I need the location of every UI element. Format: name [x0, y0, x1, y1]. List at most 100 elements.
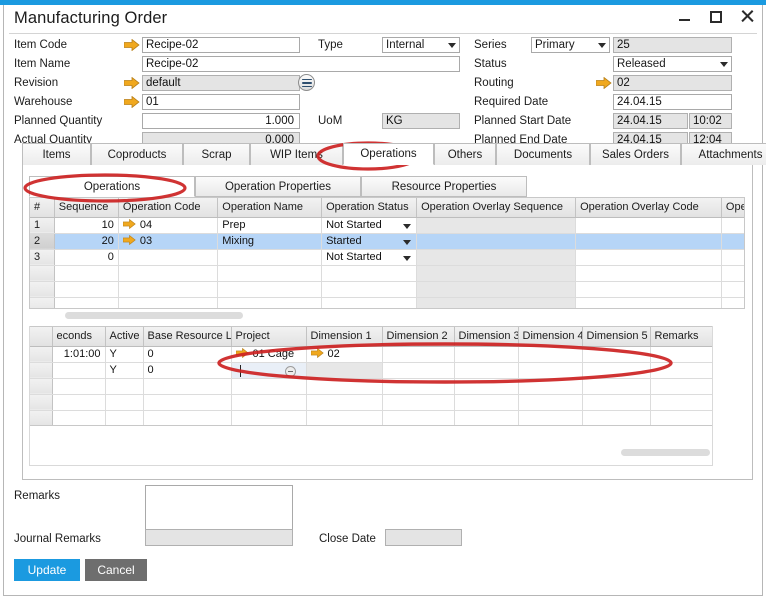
- cell-dimension-1[interactable]: [306, 362, 383, 379]
- cell-sequence[interactable]: 0: [54, 249, 119, 266]
- cell-seconds[interactable]: [52, 378, 106, 395]
- col-dimension-4[interactable]: Dimension 4: [518, 327, 583, 347]
- col-dimension-1[interactable]: Dimension 1: [306, 327, 383, 347]
- cell-dimension-5[interactable]: [582, 362, 651, 379]
- col-seconds[interactable]: econds: [52, 327, 106, 347]
- cell-overlay-code[interactable]: [575, 297, 722, 308]
- cell-operation-code[interactable]: 04: [118, 217, 219, 234]
- cell-seconds[interactable]: [52, 394, 106, 411]
- link-arrow-icon[interactable]: [235, 347, 249, 361]
- close-date-input[interactable]: [385, 529, 462, 546]
- col-dimension-5[interactable]: Dimension 5: [582, 327, 651, 347]
- cell-overlay-code[interactable]: [575, 217, 722, 234]
- cell-operation-status[interactable]: Started: [321, 233, 418, 250]
- cell-overlay-code[interactable]: [575, 249, 722, 266]
- link-arrow-icon[interactable]: [122, 218, 136, 232]
- series-number-input[interactable]: 25: [613, 37, 732, 53]
- cell-active[interactable]: Y: [105, 362, 144, 379]
- col-active[interactable]: Active: [105, 327, 144, 347]
- item-name-input[interactable]: Recipe-02: [142, 56, 460, 72]
- status-select[interactable]: Released: [613, 56, 732, 72]
- cell-dimension-1[interactable]: [306, 410, 383, 425]
- cell-operation-status[interactable]: [321, 265, 418, 282]
- cell-dimension-3[interactable]: [454, 410, 519, 425]
- col-base-resource-line[interactable]: Base Resource Line: [143, 327, 232, 347]
- cell-sequence[interactable]: 20: [54, 233, 119, 250]
- tab-wip-items[interactable]: WIP Items: [250, 143, 343, 165]
- uom-input[interactable]: KG: [382, 113, 460, 129]
- operations-horizontal-scrollbar[interactable]: [65, 312, 243, 319]
- tab-documents[interactable]: Documents: [496, 143, 590, 165]
- type-select[interactable]: Internal: [382, 37, 460, 53]
- cell-operation-code[interactable]: [118, 265, 219, 282]
- cell-base-resource-line[interactable]: 0: [143, 346, 232, 363]
- col-overlay-sequence[interactable]: Operation Overlay Sequence: [416, 198, 577, 218]
- link-arrow-icon-item-code[interactable]: [124, 39, 140, 51]
- tab-others[interactable]: Others: [434, 143, 496, 165]
- cell-dimension-3[interactable]: [454, 362, 519, 379]
- tab-sales-orders[interactable]: Sales Orders: [590, 143, 681, 165]
- cell-dimension-4[interactable]: [518, 362, 583, 379]
- remarks-textarea[interactable]: [145, 485, 293, 530]
- update-button[interactable]: Update: [14, 559, 80, 581]
- table-row[interactable]: [30, 297, 744, 308]
- cell-operation-status[interactable]: Not Started: [321, 217, 418, 234]
- col-operation-code[interactable]: Operation Code: [118, 198, 219, 218]
- cell-sequence[interactable]: [54, 297, 119, 308]
- cell-dimension-5[interactable]: [582, 378, 651, 395]
- cancel-button[interactable]: Cancel: [85, 559, 147, 581]
- cell-remarks[interactable]: [650, 346, 712, 363]
- item-code-input[interactable]: Recipe-02: [142, 37, 300, 53]
- close-icon[interactable]: [739, 8, 756, 25]
- cell-base-resource-line[interactable]: [143, 378, 232, 395]
- cell-seconds[interactable]: [52, 362, 106, 379]
- cell-sequence[interactable]: [54, 265, 119, 282]
- cell-operation-name[interactable]: Mixing: [217, 233, 323, 250]
- cell-remarks[interactable]: [650, 394, 712, 411]
- cell-oper[interactable]: [721, 233, 744, 250]
- table-row[interactable]: Y 0: [30, 362, 712, 379]
- cell-remarks[interactable]: [650, 362, 712, 379]
- cell-dimension-2[interactable]: [382, 346, 455, 363]
- cell-dimension-5[interactable]: [582, 346, 651, 363]
- cell-seconds[interactable]: [52, 410, 106, 425]
- tab-operations[interactable]: Operations: [343, 143, 434, 165]
- routing-input[interactable]: 02: [613, 75, 732, 91]
- link-arrow-icon-routing[interactable]: [596, 77, 612, 89]
- minus-icon[interactable]: [284, 365, 296, 377]
- cell-base-resource-line[interactable]: [143, 410, 232, 425]
- cell-dimension-2[interactable]: [382, 394, 455, 411]
- table-row[interactable]: [30, 265, 744, 282]
- cell-oper[interactable]: [721, 297, 744, 308]
- col-project[interactable]: Project: [231, 327, 307, 347]
- cell-operation-name[interactable]: [217, 281, 323, 298]
- cell-overlay-code[interactable]: [575, 265, 722, 282]
- subtab-resource-properties[interactable]: Resource Properties: [361, 176, 527, 197]
- cell-remarks[interactable]: [650, 410, 712, 425]
- col-dimension-2[interactable]: Dimension 2: [382, 327, 455, 347]
- cell-oper[interactable]: [721, 249, 744, 266]
- cell-seconds[interactable]: 1:01:00: [52, 346, 106, 363]
- cell-operation-code[interactable]: 03: [118, 233, 219, 250]
- cell-operation-name[interactable]: [217, 297, 323, 308]
- cell-dimension-2[interactable]: [382, 378, 455, 395]
- cell-operation-code[interactable]: [118, 281, 219, 298]
- cell-dimension-5[interactable]: [582, 410, 651, 425]
- cell-operation-code[interactable]: [118, 249, 219, 266]
- link-arrow-icon[interactable]: [310, 347, 324, 361]
- table-row[interactable]: 1:01:00 Y 0 01 Cage 02: [30, 346, 712, 363]
- cell-oper[interactable]: [721, 265, 744, 282]
- cell-operation-name[interactable]: [217, 265, 323, 282]
- table-row[interactable]: 3 0 Not Started: [30, 249, 744, 266]
- required-date-input[interactable]: 24.04.15: [613, 94, 732, 110]
- cell-active[interactable]: [105, 410, 144, 425]
- cell-operation-status[interactable]: [321, 281, 418, 298]
- table-row[interactable]: [30, 410, 712, 425]
- cell-operation-code[interactable]: [118, 297, 219, 308]
- cell-oper[interactable]: [721, 281, 744, 298]
- cell-operation-status[interactable]: [321, 297, 418, 308]
- cell-operation-name[interactable]: [217, 249, 323, 266]
- link-arrow-icon[interactable]: [122, 234, 136, 248]
- tab-coproducts[interactable]: Coproducts: [91, 143, 183, 165]
- warehouse-input[interactable]: 01: [142, 94, 300, 110]
